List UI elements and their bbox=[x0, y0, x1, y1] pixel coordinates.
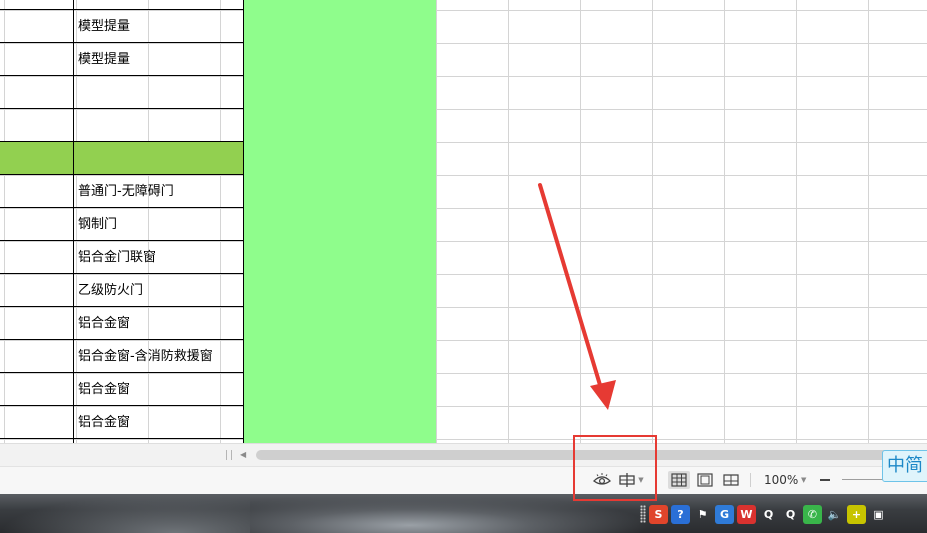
wechat-icon[interactable]: ✆ bbox=[803, 504, 822, 524]
cell-b[interactable]: 铝合金窗 bbox=[74, 373, 244, 406]
table-row: 普通门-无障碍门 bbox=[0, 175, 436, 208]
status-divider bbox=[750, 473, 751, 487]
cell-a[interactable] bbox=[0, 208, 74, 241]
zoom-level[interactable]: 100% bbox=[764, 471, 798, 489]
eye-icon[interactable] bbox=[592, 471, 612, 489]
network-flag-icon[interactable]: ⚑ bbox=[693, 505, 712, 524]
system-tray: S? ⚑ G W Q Q ✆ 🔈 + ▣ bbox=[640, 502, 888, 526]
cell-b[interactable]: 铝合金门联窗 bbox=[74, 241, 244, 274]
cell-a[interactable] bbox=[0, 274, 74, 307]
table-row: 铝合金窗 bbox=[0, 307, 436, 340]
table-row: 乙级防火门 bbox=[0, 274, 436, 307]
cell-c-highlight[interactable] bbox=[244, 142, 436, 175]
cell-c-highlight[interactable] bbox=[244, 43, 436, 76]
page-break-view-icon[interactable] bbox=[694, 471, 716, 489]
reading-view-icon[interactable] bbox=[720, 471, 742, 489]
cell-b[interactable]: 铝合金窗 bbox=[74, 406, 244, 439]
tab-split-handle[interactable] bbox=[226, 450, 232, 460]
desktop-icon[interactable]: ▣ bbox=[869, 505, 888, 524]
cell-c-highlight[interactable] bbox=[244, 208, 436, 241]
table-row bbox=[0, 109, 436, 142]
spreadsheet-grid[interactable]: 模型提量 模型提量 普通门-无障碍门 钢制门 铝合金门联窗 乙级防火门 铝合金窗 铝合金窗-含… bbox=[0, 0, 927, 443]
cell-c-highlight[interactable] bbox=[244, 373, 436, 406]
cell-c-highlight[interactable] bbox=[244, 406, 436, 439]
volume-icon[interactable]: 🔈 bbox=[825, 505, 844, 524]
table-row: 钢制门 bbox=[0, 208, 436, 241]
cell-c-highlight[interactable] bbox=[244, 340, 436, 373]
cell-b[interactable]: 铝合金窗 bbox=[74, 307, 244, 340]
status-bar: ▼ 100% ▼ bbox=[0, 466, 927, 494]
cell-b[interactable]: 模型提量 bbox=[74, 10, 244, 43]
cell-c-highlight[interactable] bbox=[244, 307, 436, 340]
cell-a[interactable] bbox=[0, 43, 74, 76]
cell-c-highlight[interactable] bbox=[244, 175, 436, 208]
wallpaper-shape bbox=[250, 494, 650, 533]
cell-b[interactable]: 乙级防火门 bbox=[74, 274, 244, 307]
horizontal-scrollbar-area: ◀ bbox=[0, 443, 927, 466]
table-row: 铝合金窗-含消防救援窗 bbox=[0, 340, 436, 373]
cell-b[interactable] bbox=[74, 142, 244, 175]
cell-c-highlight[interactable] bbox=[244, 241, 436, 274]
chevron-down-icon[interactable]: ▼ bbox=[636, 471, 646, 489]
cell-a[interactable] bbox=[0, 340, 74, 373]
ime-status-widget[interactable]: 中简 bbox=[882, 450, 927, 482]
cell-a[interactable] bbox=[0, 10, 74, 43]
normal-view-icon[interactable] bbox=[668, 471, 690, 489]
chevron-down-icon[interactable]: ▼ bbox=[801, 471, 806, 489]
cell-c-highlight[interactable] bbox=[244, 0, 436, 10]
cell-b[interactable]: 普通门-无障碍门 bbox=[74, 175, 244, 208]
cell-c-highlight[interactable] bbox=[244, 10, 436, 43]
cell-a[interactable] bbox=[0, 373, 74, 406]
table-row: 铝合金窗 bbox=[0, 406, 436, 439]
sogou-icon[interactable]: S bbox=[649, 504, 668, 524]
qq-icon-2[interactable]: Q bbox=[781, 505, 800, 524]
cell-b[interactable] bbox=[74, 0, 244, 10]
cell-c-highlight[interactable] bbox=[244, 274, 436, 307]
scroll-left-arrow-icon[interactable]: ◀ bbox=[240, 448, 246, 462]
cell-b[interactable] bbox=[74, 109, 244, 142]
center-align-icon[interactable] bbox=[616, 471, 638, 489]
cell-a[interactable] bbox=[0, 175, 74, 208]
tray-grip-icon[interactable] bbox=[640, 505, 646, 523]
cell-a[interactable] bbox=[0, 109, 74, 142]
horizontal-scroll-thumb[interactable] bbox=[256, 450, 927, 460]
cell-b[interactable]: 模型提量 bbox=[74, 43, 244, 76]
table-row: 模型提量 bbox=[0, 43, 436, 76]
browser-g-icon[interactable]: G bbox=[715, 504, 734, 524]
cell-b[interactable]: 铝合金窗-含消防救援窗 bbox=[74, 340, 244, 373]
cell-c-highlight[interactable] bbox=[244, 76, 436, 109]
table-row bbox=[0, 0, 436, 10]
cell-a[interactable] bbox=[0, 406, 74, 439]
zoom-out-icon[interactable] bbox=[818, 471, 832, 489]
cell-b[interactable]: 钢制门 bbox=[74, 208, 244, 241]
taskbar: S? ⚑ G W Q Q ✆ 🔈 + ▣ bbox=[0, 494, 927, 533]
cell-a[interactable] bbox=[0, 76, 74, 109]
cell-a[interactable] bbox=[0, 142, 74, 175]
cell-a[interactable] bbox=[0, 307, 74, 340]
table-row bbox=[0, 142, 436, 175]
qq-icon-1[interactable]: Q bbox=[759, 505, 778, 524]
cell-a[interactable] bbox=[0, 241, 74, 274]
add-icon[interactable]: + bbox=[847, 504, 866, 524]
cell-c-highlight[interactable] bbox=[244, 109, 436, 142]
table-row: 铝合金窗 bbox=[0, 373, 436, 406]
table-row: 铝合金门联窗 bbox=[0, 241, 436, 274]
table-row bbox=[0, 76, 436, 109]
cell-a[interactable] bbox=[0, 0, 74, 10]
wallpaper-shape bbox=[0, 494, 250, 533]
cell-b[interactable] bbox=[74, 76, 244, 109]
help-icon[interactable]: ? bbox=[671, 504, 690, 524]
table-row: 模型提量 bbox=[0, 10, 436, 43]
wps-icon[interactable]: W bbox=[737, 504, 756, 524]
